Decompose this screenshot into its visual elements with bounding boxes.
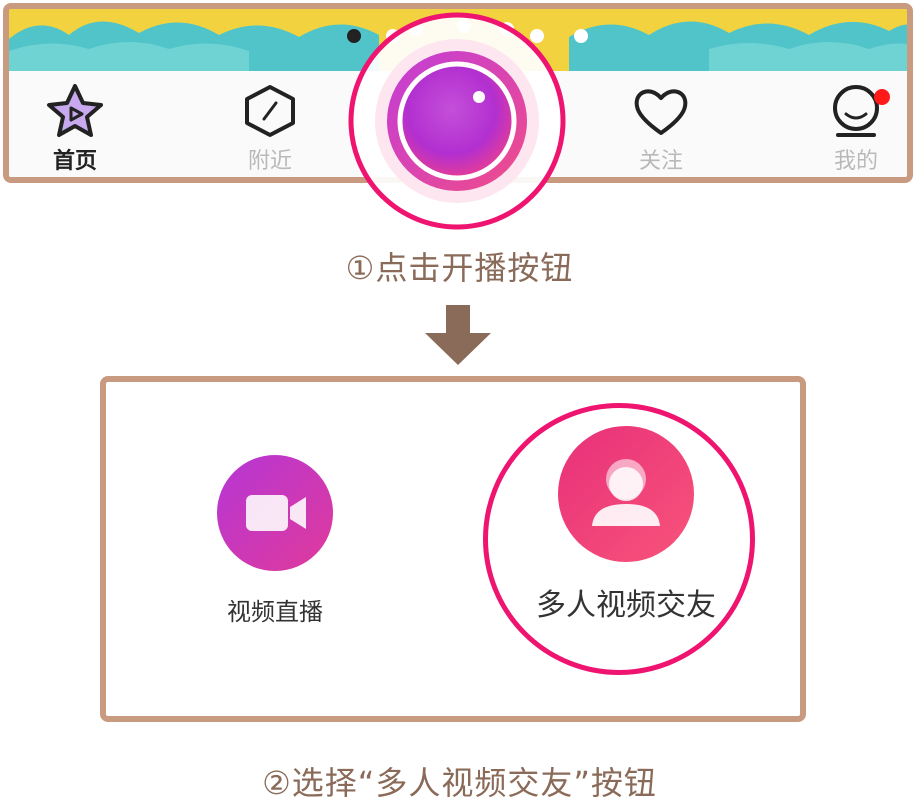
- tab-following-label: 关注: [638, 149, 683, 174]
- tab-me[interactable]: 我的: [796, 83, 907, 175]
- video-live-option[interactable]: 视频直播: [200, 454, 350, 627]
- video-live-label: 视频直播: [227, 598, 323, 626]
- tab-me-label: 我的: [833, 149, 878, 174]
- tab-home-label: 首页: [52, 149, 97, 174]
- group-users-icon: [558, 426, 694, 562]
- tab-home[interactable]: 首页: [15, 83, 135, 175]
- tab-nearby[interactable]: 附近: [210, 83, 330, 175]
- video-camera-icon: [217, 455, 333, 571]
- notification-badge: [874, 89, 890, 105]
- carousel-dot: [574, 29, 588, 43]
- app-screenshot-bottom: 视频直播 多人视频交友: [100, 376, 806, 722]
- heart-icon: [634, 89, 688, 135]
- down-arrow-icon: [425, 305, 491, 365]
- star-play-icon: [47, 84, 103, 137]
- multi-video-chat-label: 多人视频交友: [536, 588, 716, 623]
- hexagon-slash-icon: [245, 85, 295, 137]
- step-two-caption: ②选择“多人视频交友”按钮: [262, 764, 657, 802]
- step-one-caption: ①点击开播按钮: [345, 249, 574, 287]
- start-live-button[interactable]: [346, 10, 568, 232]
- tab-nearby-label: 附近: [247, 149, 292, 174]
- multi-video-chat-option[interactable]: 多人视频交友: [506, 424, 746, 624]
- tab-following[interactable]: 关注: [601, 83, 721, 175]
